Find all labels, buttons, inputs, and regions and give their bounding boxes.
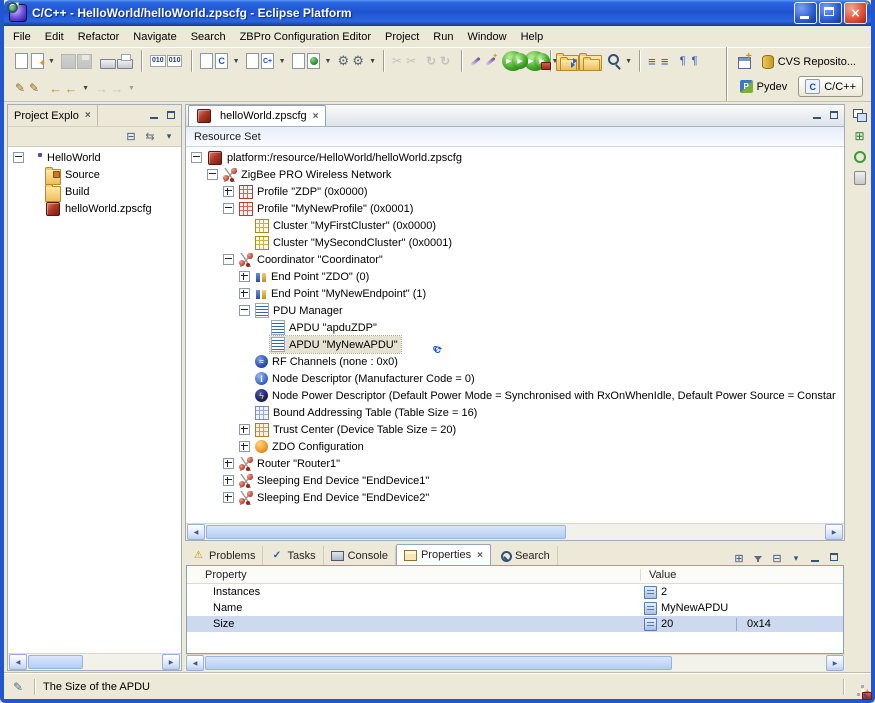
table-icon bbox=[255, 406, 269, 420]
show-advanced-icon[interactable] bbox=[751, 551, 765, 565]
minimize-icon[interactable] bbox=[147, 109, 162, 122]
tree-expander-icon[interactable] bbox=[223, 458, 234, 469]
tree-expander-icon[interactable] bbox=[13, 152, 24, 163]
pdu-manager-icon bbox=[255, 303, 269, 318]
make-icon bbox=[349, 52, 367, 70]
collapse-all-icon[interactable] bbox=[124, 130, 138, 144]
tree-expander-icon[interactable] bbox=[239, 288, 250, 299]
project-icon bbox=[29, 151, 43, 165]
apdu-icon bbox=[271, 337, 285, 352]
refresh-icon bbox=[436, 52, 454, 70]
external-tools-icon bbox=[534, 53, 550, 69]
tree-expander-icon[interactable] bbox=[239, 424, 250, 435]
source-folder-icon bbox=[45, 169, 61, 185]
tree-expander-icon[interactable] bbox=[239, 441, 250, 452]
mark-occurrences-icon bbox=[656, 52, 674, 70]
open-folder-icon bbox=[583, 59, 600, 71]
tasks-icon bbox=[270, 549, 283, 562]
network-icon bbox=[239, 491, 253, 505]
tree-expander-icon[interactable] bbox=[223, 186, 234, 197]
show-categories-icon[interactable] bbox=[732, 551, 746, 565]
property-value-icon bbox=[644, 602, 657, 615]
resize-grip[interactable] bbox=[852, 680, 865, 693]
tree-expander-icon[interactable] bbox=[207, 169, 218, 180]
property-value-icon bbox=[644, 618, 657, 631]
cut-icon bbox=[402, 52, 420, 70]
cluster-icon bbox=[255, 236, 269, 250]
console-icon bbox=[331, 549, 344, 562]
last-edit-location-icon bbox=[25, 79, 43, 97]
properties-icon bbox=[404, 549, 417, 562]
problems-icon bbox=[192, 549, 205, 562]
documentation-icon[interactable] bbox=[852, 171, 868, 185]
info-icon bbox=[255, 372, 268, 385]
tree-expander-icon[interactable] bbox=[191, 152, 202, 163]
link-editor-icon[interactable] bbox=[143, 130, 157, 144]
resource-file-icon bbox=[208, 151, 222, 165]
forward-icon bbox=[108, 79, 126, 97]
eclipse-window: C/C++ - HelloWorld/helloWorld.zpscfg - E… bbox=[0, 0, 875, 703]
endpoint-icon bbox=[255, 271, 267, 283]
endpoint-icon bbox=[255, 288, 267, 300]
maximize-icon[interactable] bbox=[827, 551, 841, 565]
search-tab-icon bbox=[498, 549, 511, 562]
minimize-icon[interactable] bbox=[810, 109, 825, 122]
dropdown-arrow-icon[interactable]: ▼ bbox=[128, 85, 135, 92]
collapse-all-icon[interactable] bbox=[770, 551, 784, 565]
fast-view-restore-icon[interactable] bbox=[852, 108, 868, 122]
tree-expander-icon[interactable] bbox=[223, 254, 234, 265]
import-folder-icon bbox=[560, 59, 577, 71]
profile-icon bbox=[239, 202, 253, 216]
power-icon bbox=[255, 389, 268, 402]
new-cpp-file-icon bbox=[259, 52, 277, 70]
folder-icon bbox=[45, 186, 61, 202]
trust-center-icon bbox=[255, 423, 269, 437]
search-icon bbox=[605, 52, 623, 70]
tree-expander-icon[interactable] bbox=[223, 475, 234, 486]
view-menu-icon[interactable] bbox=[162, 130, 176, 144]
maximize-icon[interactable] bbox=[827, 109, 842, 122]
dropdown-arrow-icon[interactable]: ▼ bbox=[279, 58, 286, 65]
profile-icon bbox=[239, 185, 253, 199]
tree-expander-icon[interactable] bbox=[239, 305, 250, 316]
minimize-icon[interactable] bbox=[808, 551, 822, 565]
toolbar-row-1: ▼ ▼ ▼ ▼ bbox=[4, 47, 726, 75]
zpscfg-file-icon bbox=[46, 202, 60, 216]
cluster-icon bbox=[255, 219, 269, 233]
apdu-icon bbox=[271, 320, 285, 335]
network-icon bbox=[223, 168, 237, 182]
network-icon bbox=[239, 457, 253, 471]
zdo-config-icon bbox=[255, 440, 268, 453]
property-value-icon bbox=[644, 586, 657, 599]
view-menu-icon[interactable] bbox=[789, 551, 803, 565]
show-whitespace-icon bbox=[686, 52, 704, 70]
toolbar: ▼ ▼ ▼ ▼ bbox=[4, 47, 871, 102]
maximize-icon[interactable] bbox=[164, 109, 179, 122]
debug-wand-icon bbox=[481, 52, 499, 70]
back-icon bbox=[62, 79, 80, 97]
tree-expander-icon[interactable] bbox=[223, 203, 234, 214]
network-icon bbox=[239, 253, 253, 267]
run-icon bbox=[512, 53, 528, 69]
network-icon bbox=[239, 474, 253, 488]
rf-channels-icon bbox=[255, 355, 268, 368]
tree-expander-icon[interactable] bbox=[239, 271, 250, 282]
new-class-icon bbox=[305, 52, 323, 70]
make-targets-icon[interactable] bbox=[852, 129, 868, 143]
tree-expander-icon[interactable] bbox=[223, 492, 234, 503]
open-perspective-icon[interactable] bbox=[737, 55, 751, 69]
progress-icon[interactable] bbox=[852, 150, 868, 164]
